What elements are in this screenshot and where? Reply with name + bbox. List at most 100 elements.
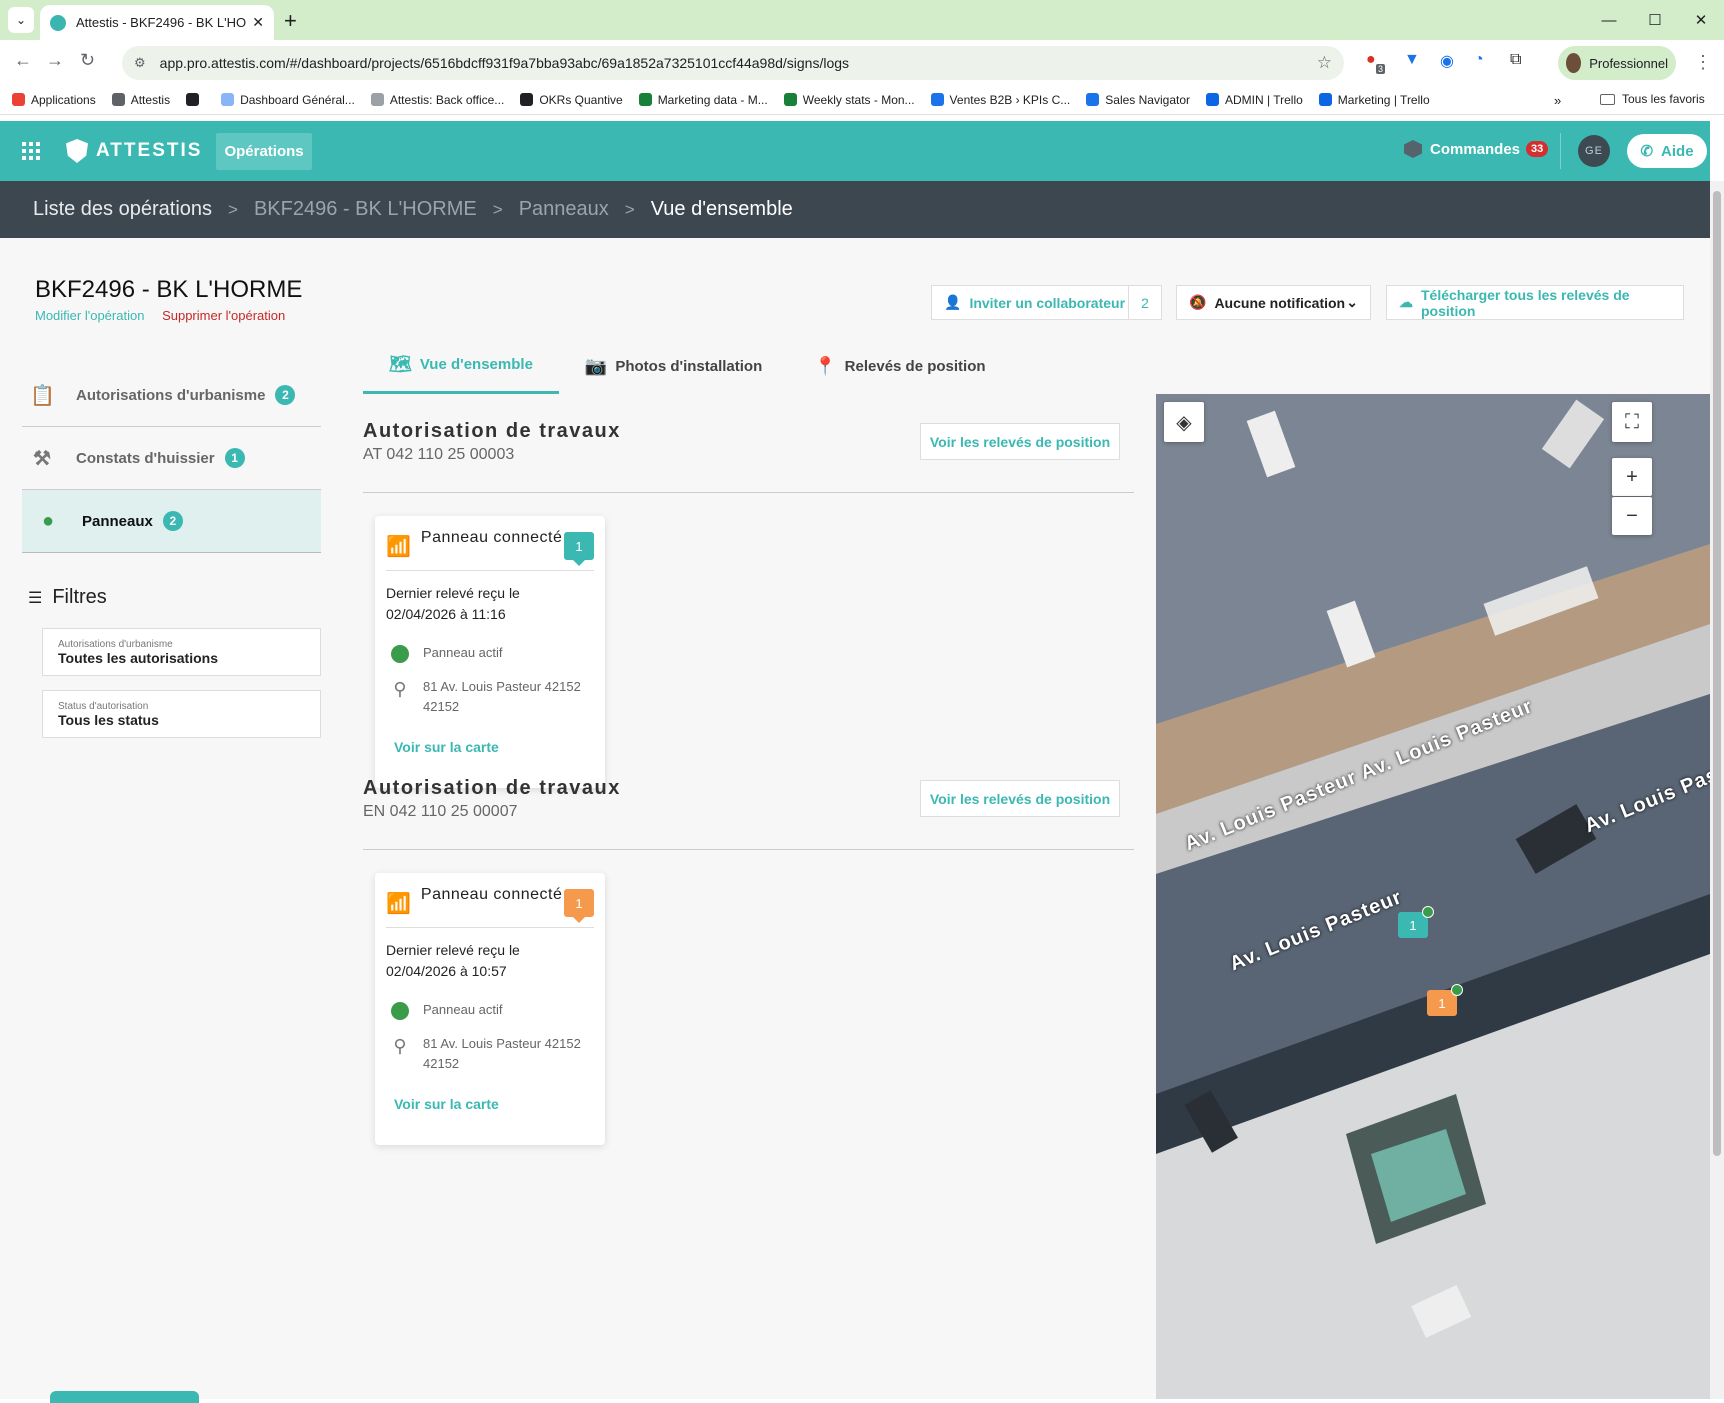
bookmark-item[interactable]: Ventes B2B › KPIs C... [930,93,1070,107]
bookmark-label: Marketing data - M... [657,92,768,107]
filter-urbanisme-select[interactable]: Autorisations d'urbanisme Toutes les aut… [42,628,321,676]
bookmark-item[interactable]: Applications [12,93,96,107]
cloud-download-icon: ☁ [1399,294,1413,310]
sign-pin-badge: 1 [564,532,594,566]
more-bookmarks-icon[interactable]: » [1554,93,1561,108]
status-dot-icon [391,645,409,663]
sidebar-item-huissier[interactable]: ⚒ Constats d'huissier 1 [22,427,321,490]
last-reading-label: Dernier relevé reçu le [386,585,520,601]
tab-photos[interactable]: 📷 Photos d'installation [559,338,788,394]
download-label: Télécharger tous les relevés de position [1421,286,1630,319]
satellite-map[interactable]: ◈ ⛶ + − Av. Louis Pasteur Av. Louis Past… [1156,394,1710,1399]
sidebar-bottom-button[interactable] [50,1391,199,1403]
close-tab-icon[interactable]: ✕ [252,14,264,31]
bookmark-item[interactable]: Sales Navigator [1086,93,1190,107]
browser-tab[interactable]: Attestis - BKF2496 - BK L'HORM ✕ [40,5,274,40]
site-info-icon[interactable]: ⚙ [134,55,146,71]
bookmark-item[interactable]: ADMIN | Trello [1206,93,1303,107]
page-scrollbar[interactable] [1710,181,1724,1399]
breadcrumb: Liste des opérations > BKF2496 - BK L'HO… [0,181,1710,238]
extension-password-icon[interactable]: ◉ [1440,51,1454,71]
nav-operations[interactable]: Opérations [216,132,312,170]
bookmark-item[interactable]: Marketing | Trello [1318,93,1430,107]
browser-toolbar: ← → ↻ ⚙ app.pro.attestis.com/#/dashboard… [0,40,1724,85]
bookmark-favicon-icon [1086,93,1100,106]
wifi-icon: 📶 [386,893,411,915]
browser-menu-icon[interactable]: ⋮ [1694,52,1712,73]
maximize-icon[interactable]: ☐ [1632,0,1678,40]
extension-adblock-icon[interactable]: ● [1366,51,1376,69]
download-positions-button[interactable]: ☁ Télécharger tous les relevés de positi… [1386,285,1684,320]
address-line: 81 Av. Louis Pasteur 42152 [423,1036,581,1051]
profile-button[interactable]: Professionnel [1558,46,1676,80]
apps-grid-icon[interactable] [22,142,40,160]
bookmark-label: Weekly stats - Mon... [802,92,915,107]
sidebar-item-panneaux[interactable]: ● Panneaux 2 [22,490,321,553]
map-marker-1[interactable]: 1 [1398,906,1434,938]
layers-icon[interactable]: ◈ [1164,402,1204,442]
fullscreen-icon[interactable]: ⛶ [1612,402,1652,442]
sidebar-item-urbanisme[interactable]: 📋 Autorisations d'urbanisme 2 [22,364,321,427]
view-on-map-link[interactable]: Voir sur la carte [394,1096,594,1112]
bookmark-favicon-icon [930,93,944,106]
address-bar[interactable]: ⚙ app.pro.attestis.com/#/dashboard/proje… [122,46,1344,80]
sidebar: 📋 Autorisations d'urbanisme 2 ⚒ Constats… [22,364,321,553]
all-bookmarks-folder[interactable]: Tous les favoris [1600,92,1705,106]
extension-v-icon[interactable]: ▼ [1404,51,1420,69]
gavel-icon: ⚒ [33,447,51,470]
breadcrumb-operations[interactable]: Liste des opérations [33,198,212,221]
bookmark-item[interactable]: Attestis [111,93,170,107]
collaborator-count: 2 [1128,286,1161,319]
bookmark-item[interactable]: Attestis: Back office... [370,93,504,107]
bookmark-item[interactable]: Dashboard Général... [221,93,355,107]
bookmark-item[interactable]: Weekly stats - Mon... [783,92,915,107]
section-divider [363,849,1134,850]
zoom-in-button[interactable]: + [1612,458,1652,496]
delete-operation-link[interactable]: Supprimer l'opération [162,308,285,323]
bookmark-favicon-icon [1206,93,1219,106]
chevron-down-icon: ⌄ [1346,294,1358,310]
minimize-icon[interactable]: — [1586,0,1632,40]
sign-card: 📶 Panneau connecté 1 Dernier relevé reçu… [375,873,605,1145]
bookmark-label: Dashboard Général... [240,92,355,107]
orders-button[interactable]: Commandes 33 [1404,140,1549,158]
breadcrumb-panneaux[interactable]: Panneaux [519,198,609,221]
map-marker-2[interactable]: 1 [1427,984,1463,1016]
tab-positions[interactable]: 📍 Relevés de position [788,338,1011,394]
view-positions-button[interactable]: Voir les relevés de position [920,780,1120,817]
bookmark-favicon-icon [520,93,534,106]
user-avatar[interactable]: GE [1578,135,1610,167]
address-postal: 42152 [423,699,460,714]
bookmark-star-icon[interactable]: ☆ [1317,53,1332,73]
attestis-logo[interactable]: ATTESTIS [66,139,202,163]
bookmark-favicon-icon [638,93,652,106]
tab-search-icon[interactable]: ⌄ [8,7,34,33]
bookmark-item[interactable] [186,93,205,106]
bookmark-item[interactable]: OKRs Quantive [520,93,623,107]
new-tab-icon[interactable]: + [284,8,297,34]
zoom-out-button[interactable]: − [1612,497,1652,535]
invite-label: Inviter un collaborateur [969,294,1126,311]
view-on-map-link[interactable]: Voir sur la carte [394,739,594,755]
bookmark-item[interactable]: Marketing data - M... [638,92,768,107]
extension-sync-icon[interactable]: ◔ [1474,51,1484,69]
view-positions-button[interactable]: Voir les relevés de position [920,423,1120,460]
scrollbar-thumb[interactable] [1713,191,1721,1156]
back-icon[interactable]: ← [14,50,32,71]
reload-icon[interactable]: ↻ [80,50,95,71]
tab-overview[interactable]: 🗺 Vue d'ensemble [363,338,559,394]
notification-dropdown[interactable]: 🔕 Aucune notification ⌄ [1176,285,1371,320]
marker-status-dot [1422,906,1434,918]
extensions-puzzle-icon[interactable]: ⧉ [1510,51,1521,69]
status-dot-icon [391,1002,409,1020]
edit-operation-link[interactable]: Modifier l'opération [35,308,144,323]
marker-count: 1 [1438,995,1446,1011]
help-button[interactable]: ✆ Aide [1627,134,1707,168]
breadcrumb-project[interactable]: BKF2496 - BK L'HORME [254,198,477,221]
bookmark-favicon-icon [221,93,235,106]
camera-icon: 📷 [584,355,608,376]
filter-status-select[interactable]: Status d'autorisation Tous les status [42,690,321,738]
forward-icon[interactable]: → [46,50,64,71]
invite-collaborator-button[interactable]: 👤 Inviter un collaborateur 2 [931,285,1162,320]
close-window-icon[interactable]: ✕ [1678,0,1724,40]
